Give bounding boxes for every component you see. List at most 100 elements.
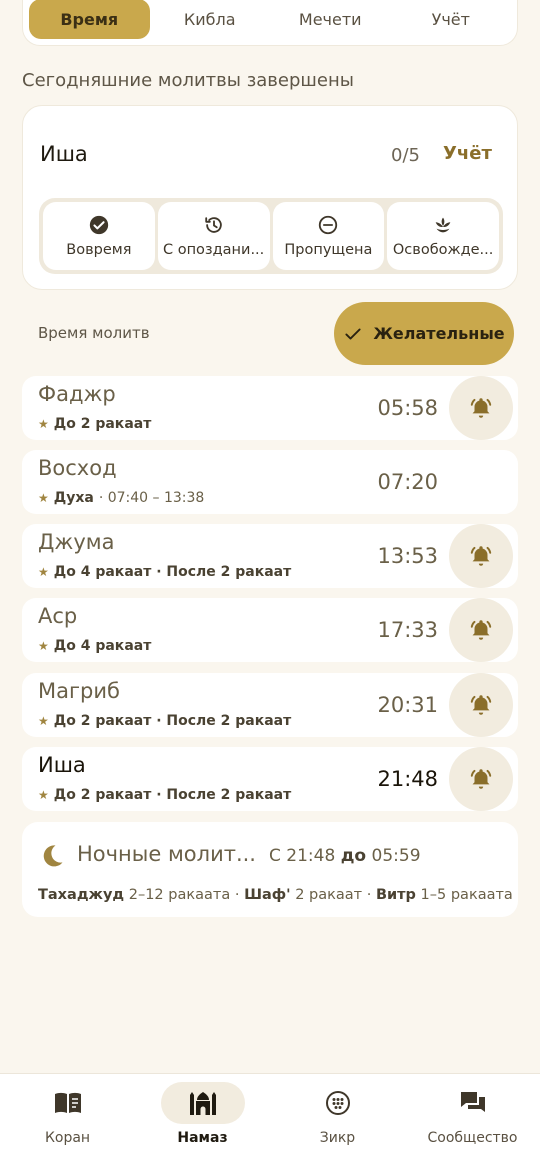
nav-icon-wrap	[26, 1082, 110, 1124]
range-from: 21:48	[286, 846, 336, 866]
preferred-times-label: Желательные	[373, 324, 505, 343]
duha-time-range: · 07:40 – 13:38	[98, 490, 205, 506]
nav-community[interactable]: Сообщество	[405, 1074, 540, 1158]
status-label: Вовремя	[66, 242, 132, 258]
nav-icon-wrap	[160, 1082, 245, 1124]
range-prefix: С	[269, 846, 281, 866]
notification-bell-button[interactable]	[449, 376, 513, 440]
night-prayers-card[interactable]: Ночные молит... С 21:48 до 05:59 Тахаджу…	[22, 822, 518, 917]
tahajjud-value: 2–12 ракаата ·	[128, 887, 240, 903]
prayer-time: 07:20	[377, 470, 438, 494]
prayer-sunnah-info: ★ До 2 ракаат	[38, 416, 151, 432]
prayer-sunnah-text: До 2 ракаат	[53, 416, 152, 432]
preferred-times-button[interactable]: Желательные	[334, 302, 514, 365]
moon-icon	[43, 845, 63, 867]
notification-bell-button[interactable]	[449, 747, 513, 811]
minus-circle-icon	[319, 215, 338, 235]
tracking-link[interactable]: Учёт	[443, 143, 492, 164]
status-on-time-button[interactable]: Вовремя	[43, 202, 155, 270]
bell-icon	[470, 769, 492, 789]
status-late-button[interactable]: С опоздани...	[157, 202, 270, 270]
history-icon	[204, 217, 222, 233]
lotus-icon	[435, 217, 451, 233]
star-icon: ★	[38, 788, 49, 802]
prayer-sunnah-info: ★ Духа · 07:40 – 13:38	[38, 490, 204, 506]
notification-bell-button[interactable]	[449, 524, 513, 588]
star-icon: ★	[38, 565, 49, 579]
status-label: Пропущена	[284, 242, 373, 258]
night-prayers-range: С 21:48 до 05:59	[269, 846, 421, 866]
bell-icon	[470, 620, 492, 640]
star-icon: ★	[38, 491, 49, 505]
nav-label: Сообщество	[427, 1130, 518, 1146]
bell-icon	[470, 695, 492, 715]
prayer-time: 13:53	[377, 544, 438, 568]
tab-time[interactable]: Время	[29, 0, 150, 39]
prayer-times-label: Время молитв	[38, 324, 150, 342]
prayer-row-isha[interactable]: Иша ★ До 2 ракаат · После 2 ракаат 21:48	[22, 747, 518, 811]
prayer-row-asr[interactable]: Аср ★ До 4 ракаат 17:33	[22, 598, 518, 662]
prayer-count: 0/5	[391, 145, 420, 166]
nav-label: Зикр	[319, 1130, 356, 1146]
status-missed-button[interactable]: Пропущена	[272, 202, 385, 270]
notification-bell-button[interactable]	[449, 598, 513, 662]
night-prayers-title: Ночные молит...	[77, 842, 256, 866]
nav-label: Коран	[44, 1130, 91, 1146]
prayer-time: 17:33	[377, 618, 438, 642]
tab-qibla[interactable]: Кибла	[150, 0, 271, 39]
status-label: С опоздани...	[162, 242, 265, 258]
status-label: Освобожде...	[392, 242, 494, 258]
prayer-status-selector: Вовремя С опоздани... Пропущена Освобожд…	[39, 198, 503, 274]
nav-label: Намаз	[177, 1130, 228, 1146]
prayer-sunnah-text: До 4 ракаат · После 2 ракаат	[53, 564, 292, 580]
notification-bell-button[interactable]	[449, 673, 513, 737]
prayer-sunnah-info: ★ До 4 ракаат	[38, 638, 151, 654]
tab-tracking[interactable]: Учёт	[391, 0, 512, 39]
bell-icon	[470, 398, 492, 418]
bell-icon	[470, 546, 492, 566]
prayer-time: 05:58	[377, 396, 438, 420]
book-icon	[54, 1092, 81, 1113]
status-exempt-button[interactable]: Освобожде...	[387, 202, 499, 270]
bottom-navigation: Коран Намаз Зикр Сообщество	[0, 1073, 540, 1158]
tahajjud-label: Тахаджуд	[38, 887, 125, 903]
prayer-sunnah-text: До 2 ракаат · После 2 ракаат	[53, 787, 292, 803]
star-icon: ★	[38, 639, 49, 653]
check-circle-icon	[89, 215, 109, 235]
prayer-sunnah-info: ★ До 2 ракаат · После 2 ракаат	[38, 787, 291, 803]
nav-icon-wrap	[296, 1082, 380, 1124]
witr-label: Витр	[375, 887, 416, 903]
prayer-sunnah-text: До 4 ракаат	[53, 638, 152, 654]
prayer-sunnah-text: Духа	[53, 490, 94, 506]
prayer-time: 21:48	[377, 767, 438, 791]
prayer-row-maghrib[interactable]: Магриб ★ До 2 ракаат · После 2 ракаат 20…	[22, 673, 518, 737]
star-icon: ★	[38, 714, 49, 728]
nav-namaz[interactable]: Намаз	[135, 1074, 270, 1158]
prayer-name: Иша	[38, 753, 86, 777]
prayer-name: Фаджр	[38, 382, 116, 406]
night-prayers-details: Тахаджуд 2–12 ракаата · Шаф' 2 ракаат · …	[38, 887, 513, 903]
check-icon	[345, 328, 361, 339]
tasbih-icon	[325, 1091, 350, 1115]
prayer-name: Джума	[38, 530, 115, 554]
shaf-value: 2 ракаат ·	[295, 887, 372, 903]
tab-mosques[interactable]: Мечети	[270, 0, 391, 39]
prayer-sunnah-text: До 2 ракаат · После 2 ракаат	[53, 713, 292, 729]
prayer-row-jumuah[interactable]: Джума ★ До 4 ракаат · После 2 ракаат 13:…	[22, 524, 518, 588]
chat-icon	[460, 1092, 485, 1112]
top-tab-bar: Время Кибла Мечети Учёт	[22, 0, 518, 46]
prayer-row-sunrise[interactable]: Восход ★ Духа · 07:40 – 13:38 07:20	[22, 450, 518, 514]
range-mid: до	[340, 846, 367, 866]
prayer-sunnah-info: ★ До 4 ракаат · После 2 ракаат	[38, 564, 291, 580]
prayer-name: Аср	[38, 604, 78, 628]
prayer-time: 20:31	[377, 693, 438, 717]
prayer-row-fajr[interactable]: Фаджр ★ До 2 ракаат 05:58	[22, 376, 518, 440]
nav-quran[interactable]: Коран	[0, 1074, 135, 1158]
witr-value: 1–5 ракаата	[420, 887, 513, 903]
prayer-name: Восход	[38, 456, 117, 480]
nav-dhikr[interactable]: Зикр	[270, 1074, 405, 1158]
range-to: 05:59	[371, 846, 421, 866]
current-prayer-name: Иша	[40, 142, 88, 166]
prayer-name: Магриб	[38, 679, 120, 703]
nav-icon-wrap	[431, 1082, 515, 1124]
